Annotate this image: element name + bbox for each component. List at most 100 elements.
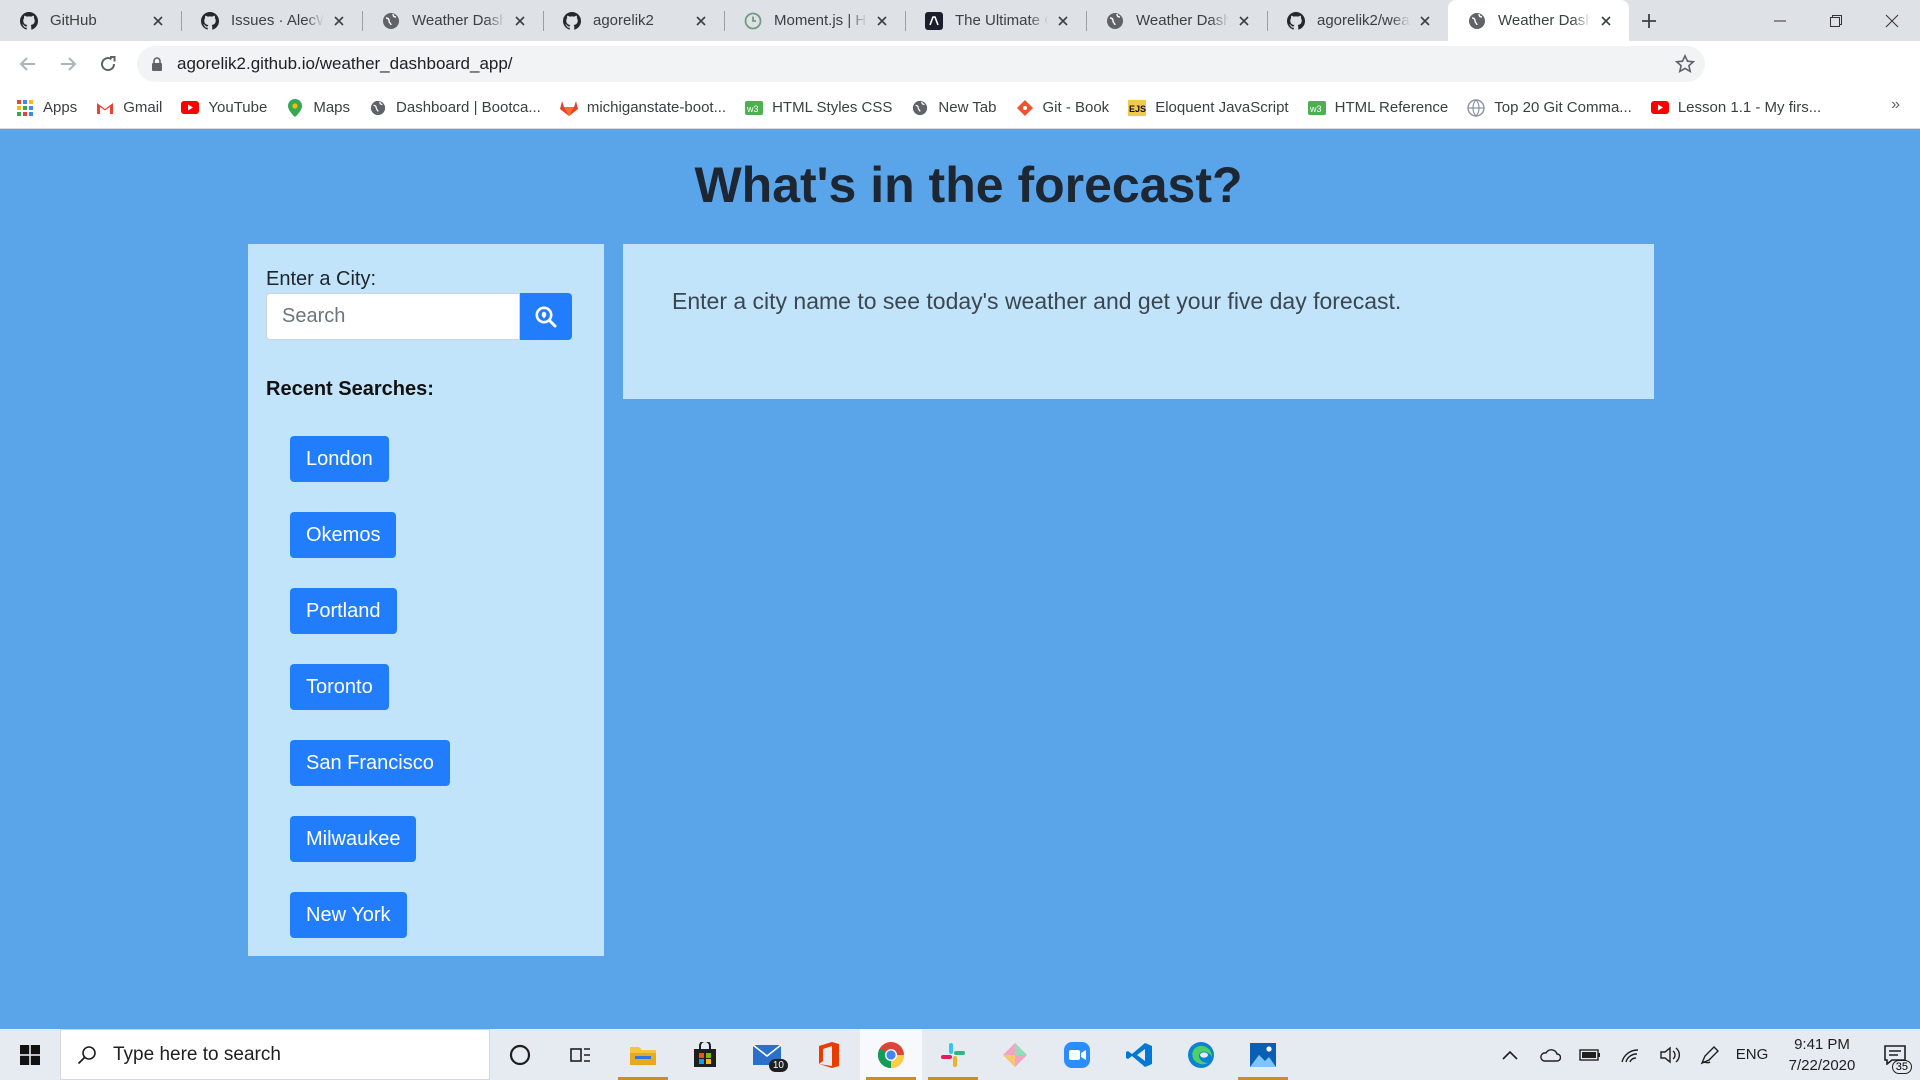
taskbar-search-box[interactable]: Type here to search xyxy=(60,1029,490,1080)
bookmark-star-icon[interactable] xyxy=(1674,53,1696,79)
tab-momentjs[interactable]: Moment.js | Home xyxy=(724,0,905,41)
bookmark-top-20-git[interactable]: Top 20 Git Comma... xyxy=(1467,98,1632,117)
close-icon[interactable] xyxy=(692,12,710,30)
tab-agorelik2-weather[interactable]: agorelik2/weather xyxy=(1267,0,1448,41)
bookmark-gmail[interactable]: Gmail xyxy=(96,99,162,117)
close-icon xyxy=(1885,14,1899,27)
tab-agorelik2[interactable]: agorelik2 xyxy=(543,0,724,41)
recent-city-button[interactable]: Okemos xyxy=(290,512,397,558)
new-tab-button[interactable] xyxy=(1629,0,1669,41)
close-icon[interactable] xyxy=(873,12,891,30)
bookmark-html-reference[interactable]: w3 HTML Reference xyxy=(1307,99,1448,117)
task-view-button[interactable] xyxy=(550,1029,612,1080)
intro-text: Enter a city name to see today's weather… xyxy=(672,288,1402,314)
tab-weather-dashboard-active[interactable]: Weather Dashboard xyxy=(1448,0,1629,41)
mail-button[interactable]: 10 xyxy=(736,1029,798,1080)
photos-button[interactable] xyxy=(1232,1029,1294,1080)
recent-city-button[interactable]: New York xyxy=(290,892,407,938)
chrome-button[interactable] xyxy=(860,1029,922,1080)
close-icon[interactable] xyxy=(1054,12,1072,30)
bookmark-eloquent-js[interactable]: EJS Eloquent JavaScript xyxy=(1128,99,1289,117)
close-icon[interactable] xyxy=(1416,12,1434,30)
bookmark-dashboard[interactable]: Dashboard | Bootca... xyxy=(369,99,541,117)
action-center-button[interactable]: 35 xyxy=(1870,1029,1920,1080)
notification-count: 35 xyxy=(1891,1060,1912,1074)
bookmark-git-book[interactable]: Git - Book xyxy=(1016,99,1109,117)
back-button[interactable] xyxy=(8,44,48,84)
recent-city-button[interactable]: Milwaukee xyxy=(290,816,417,862)
zoom-button[interactable] xyxy=(1046,1029,1108,1080)
close-icon[interactable] xyxy=(330,12,348,30)
slack-button[interactable] xyxy=(922,1029,984,1080)
bookmarks-overflow-button[interactable]: » xyxy=(1891,96,1900,114)
page-title: What's in the forecast? xyxy=(694,157,1243,213)
bookmark-youtube[interactable]: YouTube xyxy=(181,99,267,117)
globe-icon xyxy=(911,99,929,117)
weather-info-card: Enter a city name to see today's weather… xyxy=(623,244,1654,399)
github-icon xyxy=(563,11,581,30)
arrow-right-icon xyxy=(61,57,77,71)
recent-city-button[interactable]: Toronto xyxy=(290,664,389,710)
svg-text:w3: w3 xyxy=(746,104,759,114)
volume-button[interactable] xyxy=(1650,1029,1690,1080)
address-bar[interactable]: agorelik2.github.io/weather_dashboard_ap… xyxy=(137,46,1705,82)
clock[interactable]: 9:41 PM 7/22/2020 xyxy=(1774,1034,1870,1076)
tab-weather-dashboard[interactable]: Weather Dashboard xyxy=(362,0,543,41)
close-window-button[interactable] xyxy=(1864,0,1920,41)
chrome-icon xyxy=(877,1041,904,1068)
browser-toolbar: agorelik2.github.io/weather_dashboard_ap… xyxy=(0,41,1920,118)
clock-date: 7/22/2020 xyxy=(1788,1056,1856,1074)
close-icon[interactable] xyxy=(511,12,529,30)
bookmark-maps[interactable]: Maps xyxy=(286,98,350,117)
kite-button[interactable] xyxy=(984,1029,1046,1080)
bookmark-html-styles[interactable]: w3 HTML Styles CSS xyxy=(745,99,892,117)
minimize-button[interactable] xyxy=(1752,0,1808,41)
web-icon xyxy=(1467,98,1485,117)
bookmark-new-tab[interactable]: New Tab xyxy=(911,99,997,117)
pen-workspace-button[interactable] xyxy=(1690,1029,1730,1080)
wifi-button[interactable] xyxy=(1610,1029,1650,1080)
file-explorer-button[interactable] xyxy=(612,1029,674,1080)
windows-logo-icon xyxy=(20,1044,40,1065)
store-button[interactable] xyxy=(674,1029,736,1080)
recent-city-button[interactable]: San Francisco xyxy=(290,740,450,786)
bookmark-gitlab[interactable]: michiganstate-boot... xyxy=(559,99,726,117)
reload-button[interactable] xyxy=(88,44,128,84)
taskbar-search-placeholder: Type here to search xyxy=(113,1043,281,1065)
restore-button[interactable] xyxy=(1808,0,1864,41)
tab-ultimate-guide[interactable]: The Ultimate Guide xyxy=(905,0,1086,41)
onedrive-button[interactable] xyxy=(1530,1029,1570,1080)
restore-icon xyxy=(1830,14,1842,27)
battery-button[interactable] xyxy=(1570,1029,1610,1080)
edge-button[interactable] xyxy=(1170,1029,1232,1080)
weather-page: What's in the forecast? Enter a City: Re… xyxy=(0,129,1920,1029)
search-group xyxy=(266,293,572,340)
tab-title: GitHub xyxy=(50,12,97,29)
apps-grid-icon xyxy=(16,99,34,117)
start-button[interactable] xyxy=(0,1029,60,1080)
search-button[interactable] xyxy=(520,293,572,340)
close-icon[interactable] xyxy=(149,12,167,30)
language-indicator[interactable]: ENG xyxy=(1730,1029,1774,1080)
recent-city-button[interactable]: Portland xyxy=(290,588,397,634)
forward-button[interactable] xyxy=(48,44,88,84)
globe-icon xyxy=(1468,12,1486,30)
close-icon[interactable] xyxy=(1235,12,1253,30)
bookmark-label: Dashboard | Bootca... xyxy=(396,99,541,116)
close-icon[interactable] xyxy=(1597,12,1615,30)
vscode-button[interactable] xyxy=(1108,1029,1170,1080)
office-button[interactable] xyxy=(798,1029,860,1080)
cortana-button[interactable] xyxy=(490,1029,550,1080)
tab-issues[interactable]: Issues · AlecWG xyxy=(181,0,362,41)
show-hidden-icons-button[interactable] xyxy=(1490,1029,1530,1080)
tab-weather-dashboard-2[interactable]: Weather Dashboard xyxy=(1086,0,1267,41)
recent-city-button[interactable]: London xyxy=(290,436,389,482)
tab-strip: GitHub Issues · AlecWG Weather Dashboard… xyxy=(0,0,1920,41)
tab-title: agorelik2 xyxy=(593,12,654,29)
bookmark-lesson[interactable]: Lesson 1.1 - My firs... xyxy=(1650,99,1821,117)
city-search-input[interactable] xyxy=(266,293,520,340)
plus-icon xyxy=(1642,13,1656,28)
tab-github[interactable]: GitHub xyxy=(0,0,181,41)
search-location-icon xyxy=(535,306,557,327)
bookmark-apps[interactable]: Apps xyxy=(16,99,77,117)
